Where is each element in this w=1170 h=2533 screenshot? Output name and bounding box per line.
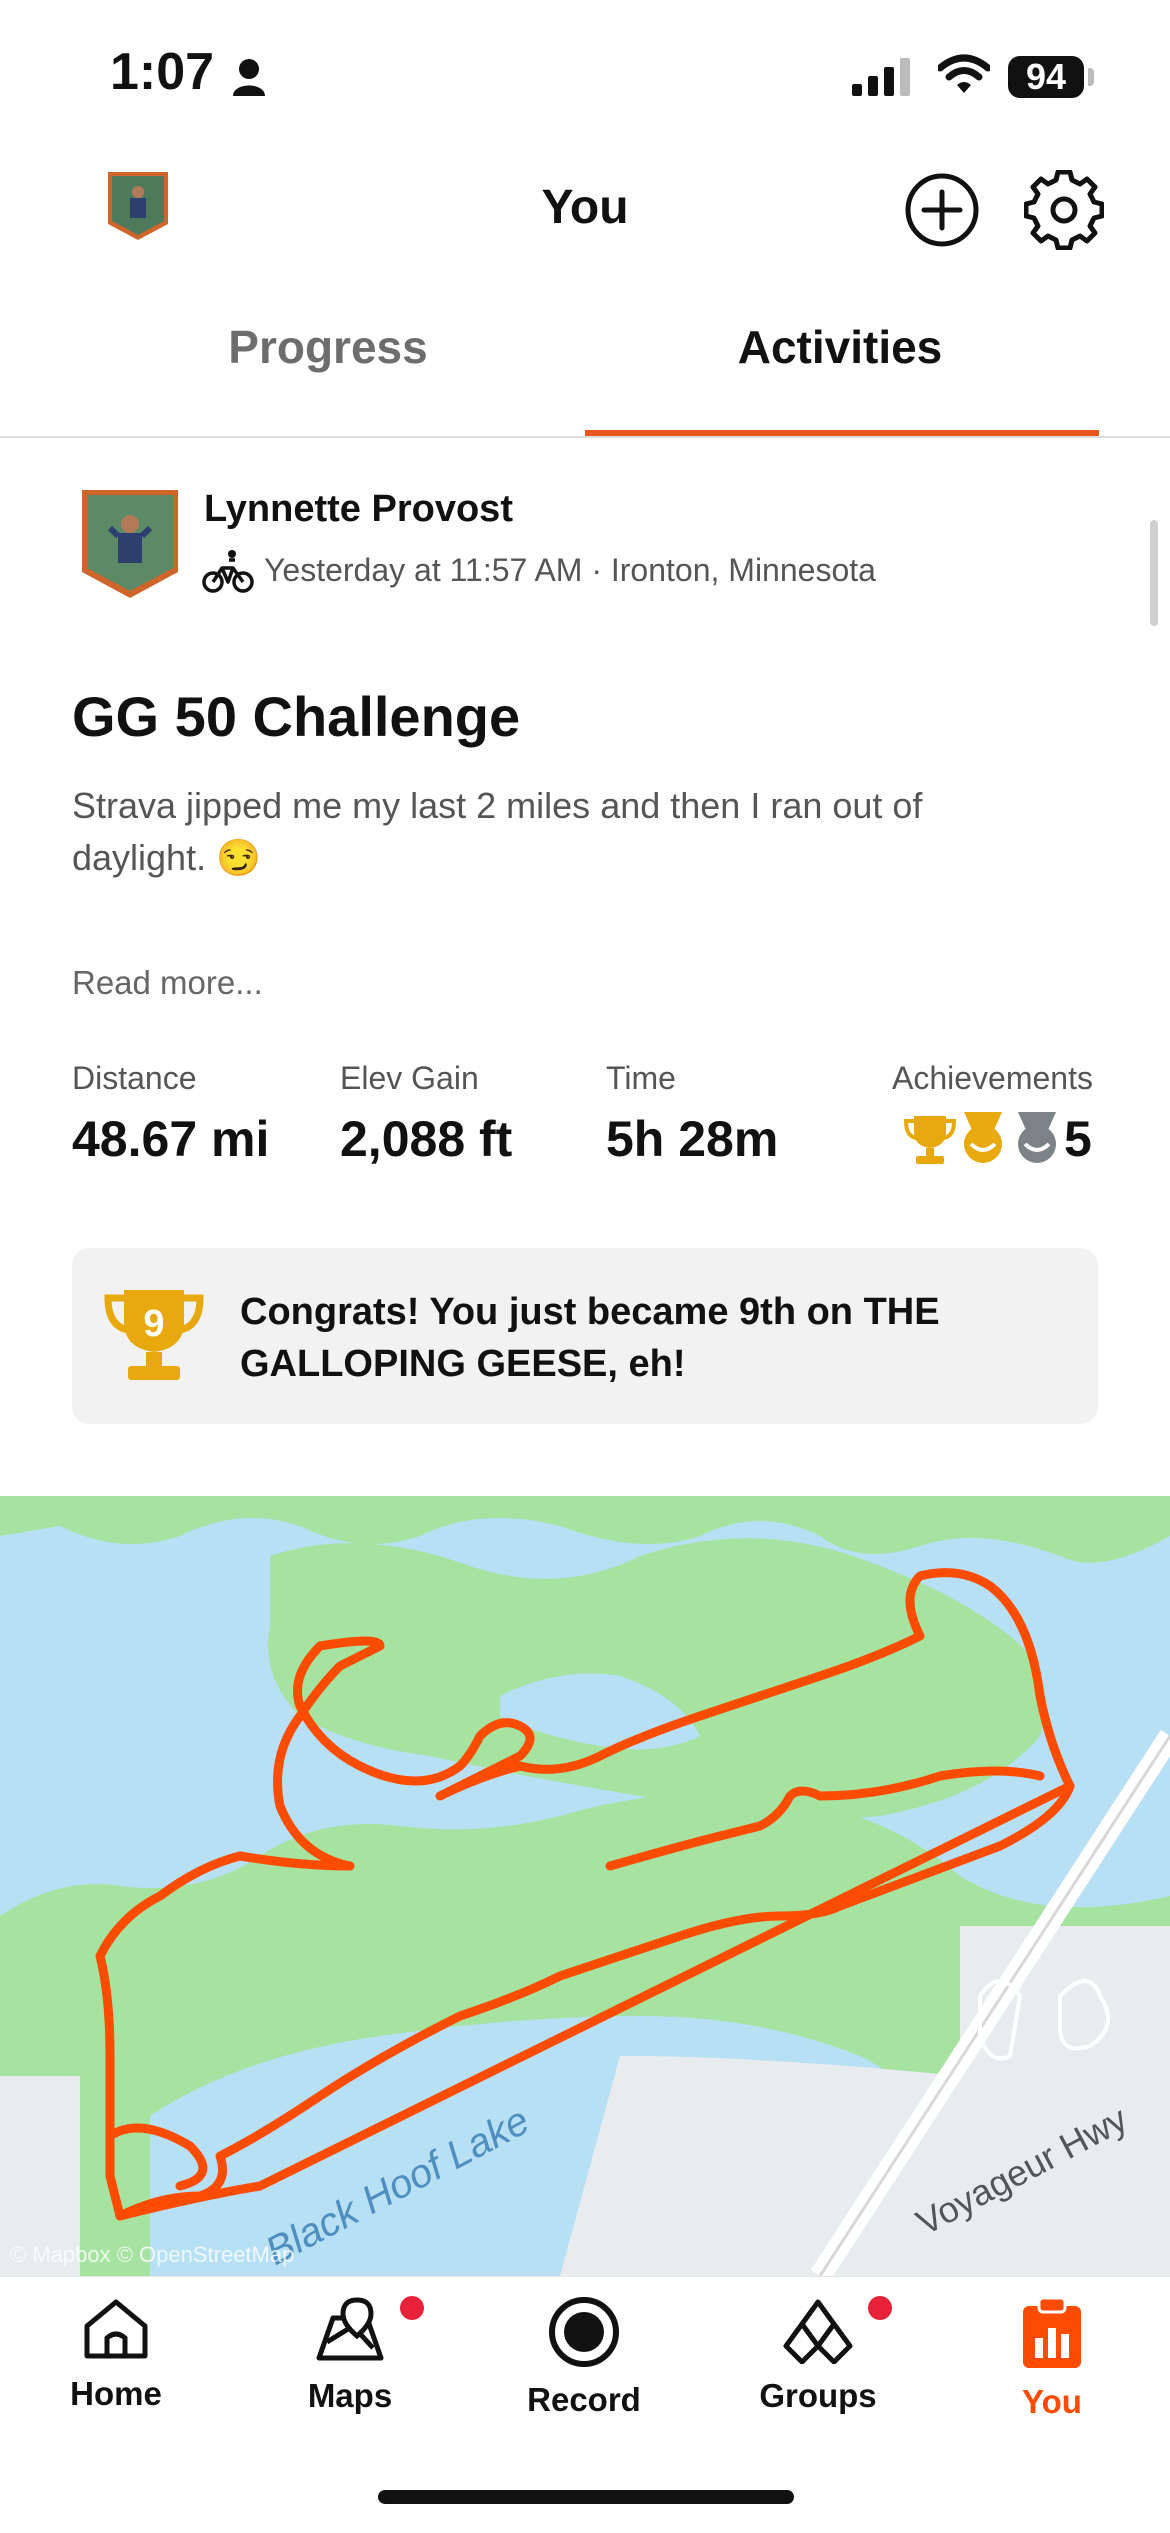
battery-cap [1088, 68, 1094, 86]
activity-meta: Yesterday at 11:57 AM · Ironton, Minneso… [264, 552, 876, 588]
nav-record-label: Record [527, 2381, 641, 2418]
athlete-avatar[interactable] [80, 488, 180, 600]
wifi-icon [938, 54, 990, 93]
bike-icon [202, 550, 254, 593]
nav-record[interactable]: Record [484, 2296, 684, 2419]
nav-groups-label: Groups [759, 2377, 877, 2414]
rank-trophy-icon: 9 [104, 1290, 204, 1380]
tab-progress[interactable]: Progress [78, 320, 578, 374]
stat-time-label: Time [606, 1060, 676, 1096]
stat-achievements-label: Achievements [892, 1060, 1093, 1096]
nav-you-label: You [1022, 2383, 1082, 2420]
stat-time-value: 5h 28m [606, 1111, 779, 1167]
person-icon [233, 59, 265, 96]
tab-divider [0, 436, 1170, 438]
page-title: You [541, 181, 629, 234]
settings-gear-icon[interactable] [1024, 170, 1104, 250]
stat-distance-value: 48.67 mi [72, 1111, 270, 1167]
groups-icon [783, 2299, 853, 2365]
rank-number: 9 [143, 1303, 164, 1345]
status-time: 1:07 [110, 43, 215, 101]
add-button[interactable] [904, 172, 980, 248]
nav-home-label: Home [70, 2375, 162, 2412]
gold-medal-icon [964, 1112, 1002, 1163]
stat-distance-label: Distance [72, 1060, 197, 1096]
athlete-name[interactable]: Lynnette Provost [204, 488, 513, 531]
achievement-text: Congrats! You just became 9th on THE GAL… [240, 1291, 940, 1385]
activity-map[interactable]: Black Hoof Lake Voyageur Hwy [0, 1496, 1170, 2276]
map-attribution[interactable]: © Mapbox © OpenStreetMap [10, 2242, 294, 2268]
read-more-link[interactable]: Read more... [72, 964, 263, 1002]
activity-title[interactable]: GG 50 Challenge [72, 684, 520, 749]
battery-indicator: 94 [1008, 56, 1084, 98]
tab-activities[interactable]: Activities [590, 320, 1090, 374]
nav-you[interactable]: You [952, 2296, 1152, 2421]
trophy-icon [904, 1116, 956, 1164]
stat-elev-value: 2,088 ft [340, 1111, 513, 1167]
home-indicator[interactable] [378, 2490, 794, 2504]
nav-home[interactable]: Home [16, 2296, 216, 2413]
silver-medal-icon [1018, 1112, 1056, 1163]
stat-achievements-count: 5 [1064, 1111, 1092, 1167]
home-icon [84, 2299, 148, 2359]
maps-notification-dot [400, 2296, 424, 2320]
you-icon [1023, 2296, 1081, 2368]
scrollbar[interactable] [1150, 520, 1158, 626]
nav-maps-label: Maps [307, 2377, 393, 2414]
record-icon [549, 2297, 619, 2367]
groups-notification-dot [868, 2296, 892, 2320]
activity-description: Strava jipped me my last 2 miles and the… [72, 785, 923, 878]
stat-elev-label: Elev Gain [340, 1060, 479, 1096]
signal-icon [852, 58, 910, 96]
maps-icon [316, 2297, 384, 2361]
